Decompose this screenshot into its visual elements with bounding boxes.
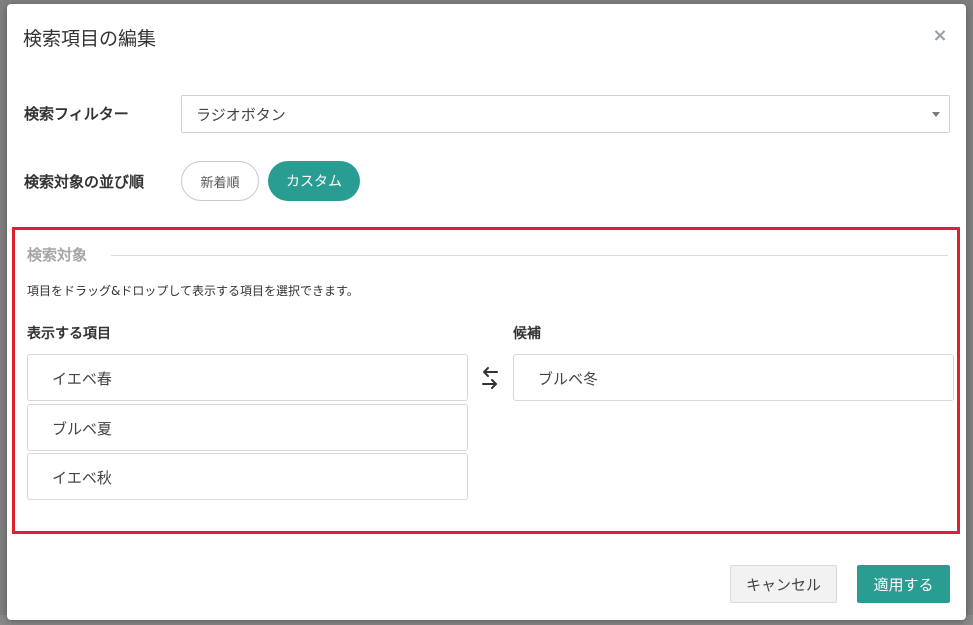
sort-option-newest[interactable]: 新着順 xyxy=(181,161,259,201)
swap-arrows-icon xyxy=(482,367,498,389)
apply-button[interactable]: 適用する xyxy=(857,565,950,603)
edit-search-items-modal: 検索項目の編集 × 検索フィルター ラジオボタン 検索対象の並び順 新着順 カス… xyxy=(7,4,966,620)
candidate-item[interactable]: ブルベ冬 xyxy=(513,354,954,401)
shown-items-label: 表示する項目 xyxy=(27,326,111,342)
modal-title: 検索項目の編集 xyxy=(23,28,157,50)
help-text: 項目をドラッグ&ドロップして表示する項目を選択できます。 xyxy=(27,284,359,298)
shown-item[interactable]: ブルベ夏 xyxy=(27,404,468,451)
candidates-label: 候補 xyxy=(513,326,541,342)
search-targets-panel: 検索対象 項目をドラッグ&ドロップして表示する項目を選択できます。 表示する項目… xyxy=(12,227,960,534)
cancel-button[interactable]: キャンセル xyxy=(730,565,837,603)
section-divider xyxy=(111,255,948,256)
close-icon[interactable]: × xyxy=(932,27,948,45)
filter-label: 検索フィルター xyxy=(24,105,129,123)
sort-option-custom[interactable]: カスタム xyxy=(268,161,360,201)
filter-select[interactable]: ラジオボタン xyxy=(181,95,950,133)
shown-item[interactable]: イエベ春 xyxy=(27,354,468,401)
modal-header: 検索項目の編集 × xyxy=(7,4,966,70)
shown-item[interactable]: イエベ秋 xyxy=(27,453,468,500)
sort-label: 検索対象の並び順 xyxy=(24,173,145,191)
filter-select-value: ラジオボタン xyxy=(196,106,286,124)
chevron-down-icon xyxy=(932,112,940,117)
section-title: 検索対象 xyxy=(27,246,88,264)
